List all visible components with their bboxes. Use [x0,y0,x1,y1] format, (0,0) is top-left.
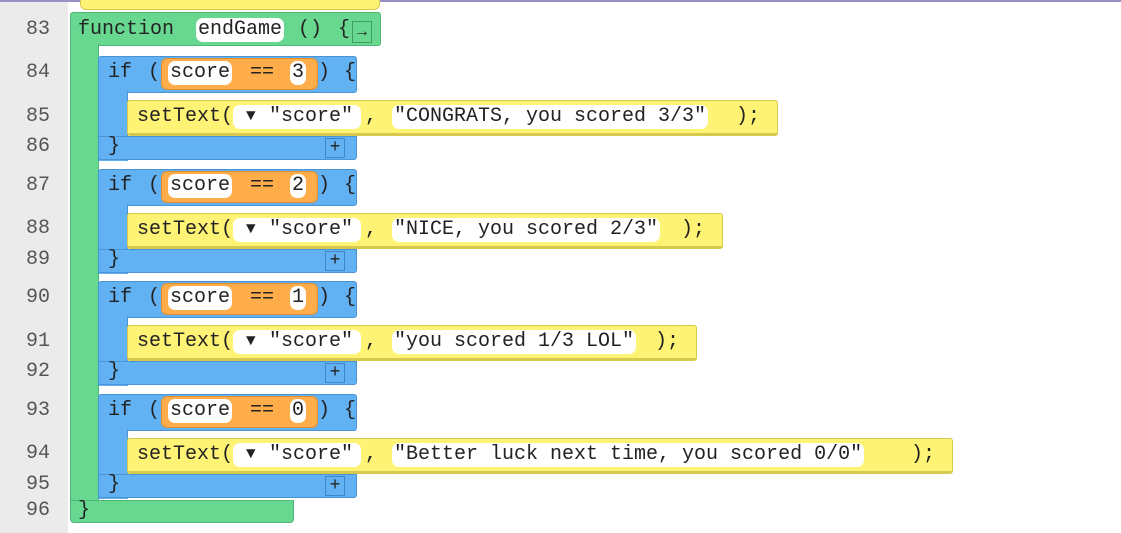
variable-field[interactable]: score [168,398,233,423]
if-open-brace: { [344,398,357,422]
line-number: 83 [25,18,50,41]
close-paren: ) [318,61,331,84]
add-else-button[interactable]: + [325,138,345,158]
comma: , [365,217,378,241]
variable-field[interactable]: score [168,173,233,198]
if-close-brace: } [108,360,121,383]
value-field[interactable]: 0 [290,398,307,423]
close-paren: ) [318,173,331,197]
previous-block-bottom[interactable] [80,0,380,10]
statement-end: ); [736,105,761,128]
line-number: 89 [25,248,50,271]
if-block-footer [98,248,357,273]
function-name-field[interactable]: endGame [196,18,285,42]
id-argument[interactable]: "score" [269,330,353,354]
operator-dropdown[interactable]: == [250,61,274,85]
settext-call: setText( [137,217,234,241]
if-open-brace: { [344,173,357,197]
line-number: 92 [25,360,50,383]
if-block-footer [98,136,357,160]
triangle-down-icon: ▼ [246,332,256,350]
if-block-footer [98,361,357,385]
variable-field[interactable]: score [168,61,233,85]
if-close-brace: } [108,135,121,158]
operator-dropdown[interactable]: == [250,174,274,198]
statement-end: ); [655,330,680,353]
text-argument[interactable]: "NICE, you scored 2/3" [392,217,661,242]
line-number: 93 [25,399,50,422]
line-number: 85 [25,105,50,128]
close-paren: ) [318,286,331,309]
arrow-right-icon[interactable]: → [352,21,372,43]
triangle-down-icon: ▼ [246,107,256,125]
function-parens: () [298,18,323,41]
comma: , [365,105,378,128]
text-argument[interactable]: "Better luck next time, you scored 0/0" [392,442,865,467]
if-keyword: if [108,61,133,84]
open-paren: ( [148,173,161,197]
open-paren: ( [148,286,161,309]
function-block-body [70,44,99,504]
line-number: 96 [25,499,50,522]
line-number: 87 [25,174,50,197]
if-block-footer [98,473,357,498]
id-argument[interactable]: "score" [269,105,353,129]
if-keyword: if [108,398,133,422]
triangle-down-icon: ▼ [246,219,256,238]
settext-call: setText( [137,330,234,353]
function-keyword: function [78,18,175,41]
if-close-brace: } [108,247,121,271]
settext-call: setText( [137,442,234,466]
statement-end: ); [911,442,936,466]
line-number: 90 [25,286,50,309]
operator-dropdown[interactable]: == [250,286,274,310]
value-field[interactable]: 2 [290,173,307,198]
line-number: 95 [25,473,50,496]
value-field[interactable]: 3 [290,61,307,85]
id-argument[interactable]: "score" [269,443,353,467]
statement-end: ); [681,217,706,241]
text-argument[interactable]: "you scored 1/3 LOL" [392,330,637,354]
triangle-down-icon: ▼ [246,444,256,463]
text-argument[interactable]: "CONGRATS, you scored 3/3" [392,105,709,129]
line-number: 86 [25,135,50,158]
line-number: 84 [25,61,50,84]
operator-dropdown[interactable]: == [250,399,274,423]
settext-call: setText( [137,105,234,128]
if-open-brace: { [344,286,357,309]
if-keyword: if [108,173,133,197]
function-close-brace: } [78,499,91,522]
id-argument[interactable]: "score" [269,218,353,242]
add-else-button[interactable]: + [325,475,345,496]
open-paren: ( [148,398,161,422]
if-close-brace: } [108,472,121,496]
variable-field[interactable]: score [168,286,233,310]
line-number: 88 [25,217,50,240]
close-paren: ) [318,398,331,422]
if-open-brace: { [344,61,357,84]
function-block-footer [70,500,294,523]
comma: , [365,330,378,353]
function-open-brace: { [338,18,351,41]
open-paren: ( [148,61,161,84]
line-number-gutter: 83 84 85 86 87 88 89 90 91 92 93 94 95 96 [0,2,68,533]
add-else-button[interactable]: + [325,363,345,383]
if-keyword: if [108,286,133,309]
line-number: 94 [25,442,50,465]
value-field[interactable]: 1 [290,286,307,310]
comma: , [365,442,378,466]
add-else-button[interactable]: + [325,250,345,271]
line-number: 91 [25,330,50,353]
